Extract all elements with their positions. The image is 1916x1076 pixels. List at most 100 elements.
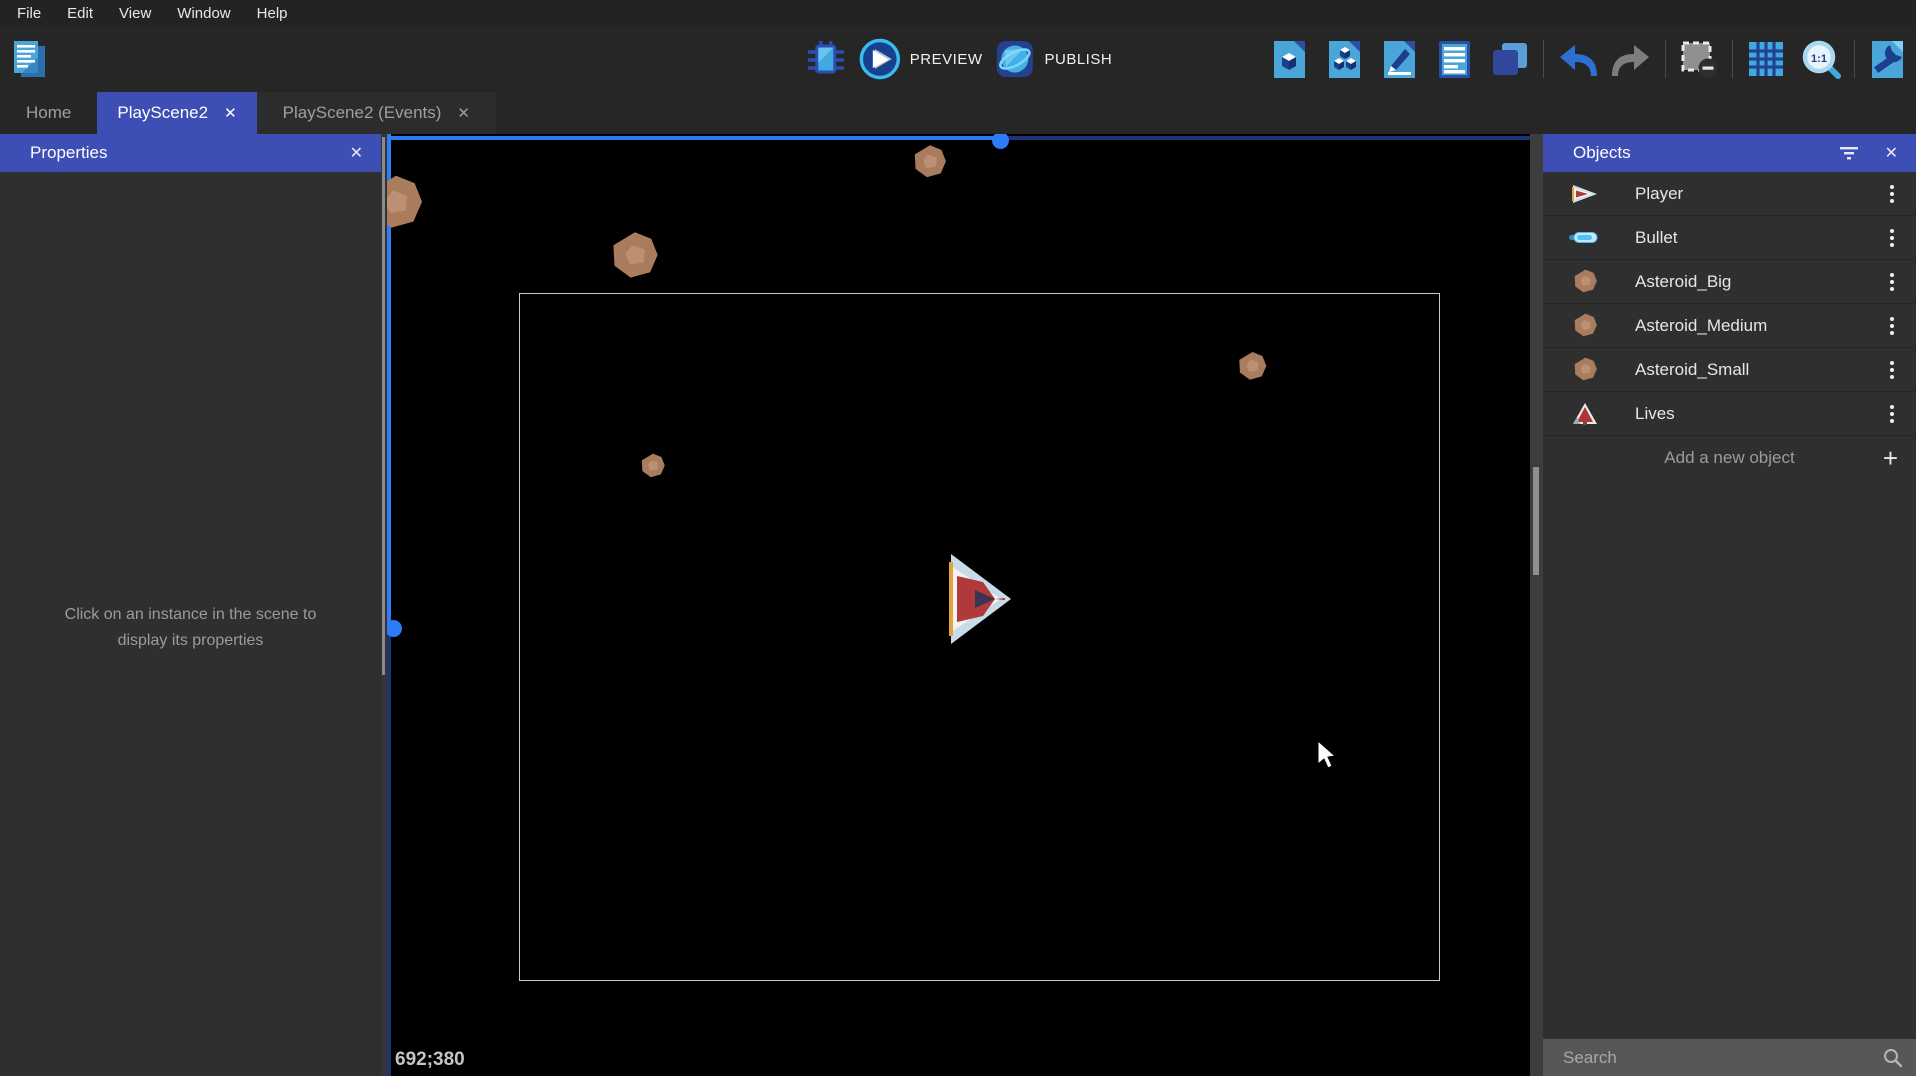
tab-bar: Home PlayScene2 ✕ PlayScene2 (Events) ✕	[0, 92, 1916, 134]
scene-properties-wrench-icon	[1866, 37, 1910, 81]
object-row-lives[interactable]: Lives	[1543, 392, 1916, 436]
tab-playscene2[interactable]: PlayScene2 ✕	[97, 92, 256, 134]
deselect-icon	[1677, 37, 1721, 81]
close-icon[interactable]: ✕	[1885, 143, 1898, 163]
asteroid-instance[interactable]	[639, 452, 667, 480]
toggle-grid-button[interactable]	[1744, 37, 1788, 81]
debug-button[interactable]	[804, 37, 848, 81]
object-name: Asteroid_Medium	[1635, 316, 1767, 336]
object-row-player[interactable]: Player	[1543, 172, 1916, 216]
open-objects-editor-button[interactable]	[1268, 37, 1312, 81]
bullet-object-icon	[1568, 229, 1602, 246]
object-menu-button[interactable]	[1886, 181, 1898, 207]
object-groups-icon	[1323, 37, 1367, 81]
preview-label: PREVIEW	[910, 51, 983, 68]
scene-canvas[interactable]: 692;380	[387, 134, 1530, 1076]
object-name: Asteroid_Small	[1635, 360, 1749, 380]
asteroid-instance[interactable]	[911, 143, 949, 181]
canvas-scrollbar[interactable]	[1530, 134, 1543, 1076]
zoom-ratio-label: 1:1	[1811, 53, 1827, 65]
zoom-button[interactable]: 1:1	[1799, 37, 1843, 81]
toolbar: PREVIEW PUBLISH	[0, 26, 1916, 92]
tab-close-icon[interactable]: ✕	[224, 104, 237, 122]
open-properties-panel-button[interactable]	[1378, 37, 1422, 81]
tab-home[interactable]: Home	[0, 92, 97, 134]
object-name: Lives	[1635, 404, 1675, 424]
objects-search-input[interactable]	[1543, 1048, 1882, 1068]
add-object-button[interactable]: Add a new object +	[1543, 436, 1916, 480]
objects-panel-header: Objects ✕	[1543, 134, 1916, 172]
preview-play-icon	[858, 37, 902, 81]
objects-panel: Objects ✕ Player Bull	[1543, 134, 1916, 1076]
object-menu-button[interactable]	[1886, 313, 1898, 339]
tab-close-icon[interactable]: ✕	[457, 104, 470, 122]
undo-icon	[1555, 37, 1599, 81]
object-row-asteroid-big[interactable]: Asteroid_Big	[1543, 260, 1916, 304]
add-object-label: Add a new object	[1664, 448, 1794, 468]
asteroid-instance[interactable]	[387, 172, 427, 234]
asteroid-object-icon	[1572, 312, 1599, 339]
open-object-groups-button[interactable]	[1323, 37, 1367, 81]
properties-panel-header: Properties ✕	[0, 134, 381, 172]
asteroid-object-icon	[1572, 268, 1599, 295]
lives-object-icon	[1572, 402, 1598, 426]
filter-icon[interactable]	[1838, 145, 1860, 161]
deselect-instances-button[interactable]	[1677, 37, 1721, 81]
canvas-hscroll-fill[interactable]	[387, 136, 1000, 140]
menu-bar: File Edit View Window Help	[0, 0, 1916, 26]
asteroid-instance[interactable]	[608, 229, 662, 283]
redo-button[interactable]	[1610, 37, 1654, 81]
preview-button[interactable]: PREVIEW	[858, 37, 983, 81]
canvas-hscroll-track[interactable]	[1000, 136, 1530, 140]
toolbar-divider	[1665, 40, 1666, 78]
layers-icon	[1488, 37, 1532, 81]
publish-button[interactable]: PUBLISH	[992, 37, 1112, 81]
objects-search-bar	[1543, 1039, 1916, 1076]
publish-label: PUBLISH	[1044, 51, 1112, 68]
menu-window[interactable]: Window	[164, 5, 243, 22]
object-row-asteroid-medium[interactable]: Asteroid_Medium	[1543, 304, 1916, 348]
canvas-vscroll-track[interactable]	[387, 628, 391, 1076]
menu-file[interactable]: File	[4, 5, 54, 22]
canvas-vscroll-thumb[interactable]	[387, 620, 402, 637]
scrollbar-thumb[interactable]	[382, 137, 385, 675]
search-icon	[1882, 1047, 1904, 1069]
object-menu-button[interactable]	[1886, 357, 1898, 383]
menu-view[interactable]: View	[106, 5, 164, 22]
open-layers-list-button[interactable]	[1488, 37, 1532, 81]
tab-playscene2-events-label: PlayScene2 (Events)	[283, 103, 442, 123]
publish-globe-icon	[992, 37, 1036, 81]
scrollbar-thumb[interactable]	[1533, 467, 1539, 575]
main-area: Properties ✕ Click on an instance in the…	[0, 134, 1916, 1076]
close-icon[interactable]: ✕	[350, 143, 363, 163]
object-row-asteroid-small[interactable]: Asteroid_Small	[1543, 348, 1916, 392]
tab-playscene2-label: PlayScene2	[117, 103, 208, 123]
object-name: Bullet	[1635, 228, 1678, 248]
objects-editor-icon	[1268, 37, 1312, 81]
scene-properties-button[interactable]	[1866, 37, 1910, 81]
canvas-hscroll-thumb[interactable]	[992, 134, 1009, 149]
object-menu-button[interactable]	[1886, 225, 1898, 251]
project-manager-button[interactable]	[8, 37, 52, 81]
asteroid-instance[interactable]	[1236, 350, 1269, 383]
properties-pencil-icon	[1378, 37, 1422, 81]
player-instance[interactable]	[943, 554, 1013, 644]
project-manager-icon	[8, 37, 52, 81]
instances-list-icon	[1433, 37, 1477, 81]
objects-panel-title: Objects	[1573, 143, 1631, 163]
open-instances-list-button[interactable]	[1433, 37, 1477, 81]
menu-edit[interactable]: Edit	[54, 5, 106, 22]
toolbar-divider	[1854, 40, 1855, 78]
menu-help[interactable]: Help	[244, 5, 301, 22]
asteroid-object-icon	[1572, 356, 1599, 383]
tab-playscene2-events[interactable]: PlayScene2 (Events) ✕	[257, 92, 496, 134]
undo-button[interactable]	[1555, 37, 1599, 81]
cursor-coordinates: 692;380	[395, 1049, 465, 1071]
tab-home-label: Home	[26, 103, 71, 123]
object-menu-button[interactable]	[1886, 401, 1898, 427]
object-name: Asteroid_Big	[1635, 272, 1731, 292]
object-row-bullet[interactable]: Bullet	[1543, 216, 1916, 260]
redo-icon	[1610, 37, 1654, 81]
object-menu-button[interactable]	[1886, 269, 1898, 295]
player-object-icon	[1569, 184, 1601, 204]
